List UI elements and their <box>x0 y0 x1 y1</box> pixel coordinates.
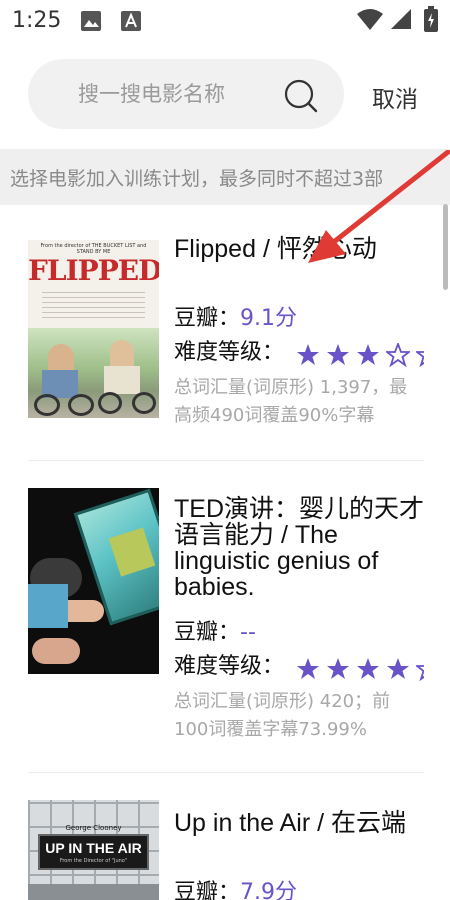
difficulty-level: 难度等级： <box>174 648 424 681</box>
battery-icon <box>424 6 438 32</box>
difficulty-stars <box>296 656 424 681</box>
star-filled-icon <box>327 658 350 679</box>
movie-item-ted[interactable]: TED演讲：婴儿的天才语言能力 / The linguistic genius … <box>0 460 450 772</box>
movie-title: Flipped / 怦然心动 <box>174 235 377 263</box>
poster-title: FLIPPED <box>28 254 159 287</box>
movie-item-up-in-the-air[interactable]: George Clooney UP IN THE AIR From the Di… <box>0 772 450 900</box>
search-icon[interactable] <box>283 78 319 114</box>
movie-item-flipped[interactable]: From the director of THE BUCKET LIST and… <box>0 204 450 460</box>
vocab-info: 总词汇量(词原形) 420；前100词覆盖字幕73.99% <box>174 691 391 740</box>
search-input[interactable] <box>78 79 298 109</box>
status-time: 1:25 <box>12 8 62 33</box>
douban-rating: 豆瓣：7.9分 <box>174 874 297 900</box>
poster-quote-lines <box>42 292 145 322</box>
hint-text: 选择电影加入训练计划，最多同时不超过3部 <box>10 168 384 190</box>
douban-rating-value: 9.1分 <box>240 306 298 331</box>
star-filled-icon <box>297 344 320 365</box>
star-outline-icon <box>416 351 424 367</box>
poster-title: UP IN THE AIR <box>45 840 142 856</box>
douban-rating-value: 7.9分 <box>240 880 298 900</box>
poster-baby-body <box>28 584 68 628</box>
cancel-button[interactable]: 取消 <box>372 80 418 114</box>
douban-rating-value: -- <box>240 620 256 645</box>
poster-photo <box>28 328 159 418</box>
movie-title: Up in the Air / 在云端 <box>174 809 407 837</box>
douban-rating: 豆瓣：-- <box>174 614 256 646</box>
star-filled-icon <box>327 344 350 365</box>
gallery-icon <box>81 11 101 31</box>
poster-top-text: George Clooney <box>65 824 122 832</box>
movie-poster: George Clooney UP IN THE AIR From the Di… <box>28 800 159 900</box>
signal-icon <box>391 9 411 29</box>
douban-rating: 豆瓣：9.1分 <box>174 300 297 332</box>
movie-poster: From the director of THE BUCKET LIST and… <box>28 240 159 418</box>
vocab-info: 总词汇量(词原形) 1,397，最高频490词覆盖90%字幕 <box>174 377 408 426</box>
poster-sub-text: From the Director of "Juno" <box>59 858 128 864</box>
poster-baby-leg <box>32 638 80 664</box>
star-outline-icon <box>386 343 411 367</box>
star-filled-icon <box>357 658 380 679</box>
difficulty-level: 难度等级： <box>174 334 424 367</box>
difficulty-label: 难度等级： <box>174 340 285 365</box>
difficulty-stars <box>296 342 424 367</box>
star-outline-icon <box>416 665 424 681</box>
douban-label: 豆瓣： <box>174 306 241 331</box>
star-filled-icon <box>387 658 410 679</box>
movie-poster <box>28 488 159 674</box>
font-a-icon <box>121 11 141 31</box>
douban-label: 豆瓣： <box>174 620 241 645</box>
movie-title: TED演讲：婴儿的天才语言能力 / The linguistic genius … <box>174 495 425 601</box>
star-filled-icon <box>357 344 380 365</box>
difficulty-label: 难度等级： <box>174 654 285 679</box>
hint-bar: 选择电影加入训练计划，最多同时不超过3部 <box>0 149 450 205</box>
status-bar: 1:25 <box>0 0 450 44</box>
poster-plane <box>28 884 159 900</box>
douban-label: 豆瓣： <box>174 880 241 900</box>
wifi-icon <box>357 9 383 30</box>
star-filled-icon <box>297 658 320 679</box>
